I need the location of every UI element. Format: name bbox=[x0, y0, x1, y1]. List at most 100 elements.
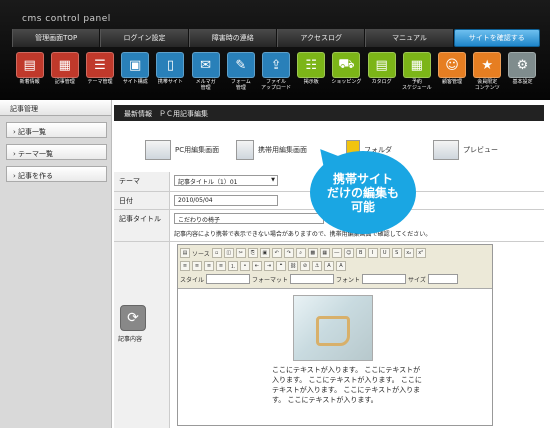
anchor-icon[interactable]: ⚓ bbox=[312, 261, 322, 271]
shopping-icon: ⛟ bbox=[332, 52, 361, 78]
module-article[interactable]: ▦ 記事管理 bbox=[47, 52, 82, 96]
module-form[interactable]: ✎ フォーム 管理 bbox=[223, 52, 258, 96]
subscript-icon[interactable]: x₂ bbox=[403, 248, 414, 258]
font-select[interactable] bbox=[362, 274, 407, 284]
sidebar-title: 記事管理 bbox=[0, 100, 111, 116]
bbs-icon: ☷ bbox=[297, 52, 326, 78]
align-center-icon[interactable]: ≡ bbox=[192, 261, 202, 271]
smiley-icon[interactable]: ☺ bbox=[343, 248, 354, 258]
content-edit-icon: ⟳ bbox=[120, 305, 146, 331]
site-structure-icon: ▣ bbox=[121, 52, 150, 78]
module-member[interactable]: ★ 会員限定 コンテンツ bbox=[470, 52, 505, 96]
ordered-list-icon[interactable]: ⒈ bbox=[228, 261, 238, 271]
undo-icon[interactable]: ↶ bbox=[271, 248, 282, 258]
copy-icon[interactable]: ⎘ bbox=[247, 248, 258, 258]
editor-text: ここにテキストが入ります。 ここにテキストが入ります。 ここにテキストが入ります… bbox=[272, 366, 422, 404]
module-settings[interactable]: ⚙ 基本設定 bbox=[505, 52, 540, 96]
find-icon[interactable]: ⌕ bbox=[295, 248, 306, 258]
underline-icon[interactable]: U bbox=[379, 248, 390, 258]
align-left-icon[interactable]: ≡ bbox=[180, 261, 190, 271]
new-page-icon[interactable]: ▫ bbox=[211, 248, 222, 258]
feature-callout: 携帯サイト だけの編集も 可能 bbox=[310, 151, 416, 234]
style-select[interactable] bbox=[206, 274, 251, 284]
preview-icon bbox=[433, 140, 459, 160]
module-news[interactable]: ▤ 新着情報 bbox=[12, 52, 47, 96]
align-right-icon[interactable]: ≡ bbox=[204, 261, 214, 271]
blockquote-icon[interactable]: ❝ bbox=[276, 261, 286, 271]
cut-icon[interactable]: ✂ bbox=[235, 248, 246, 258]
news-icon: ▤ bbox=[15, 52, 44, 78]
nav-site-check-wrap: サイトを確認する bbox=[453, 29, 540, 47]
table-icon[interactable]: ▦ bbox=[319, 248, 330, 258]
mail-icon: ✉ bbox=[191, 52, 220, 78]
nav-login-settings[interactable]: ログイン設定 bbox=[100, 29, 189, 47]
outdent-icon[interactable]: ⇤ bbox=[252, 261, 262, 271]
brand-title: cms control panel bbox=[22, 14, 111, 24]
paste-icon[interactable]: ▣ bbox=[259, 248, 270, 258]
sidebar-item-article-list[interactable]: › 記事一覧 bbox=[6, 122, 107, 138]
monitor-icon bbox=[145, 140, 171, 160]
strike-icon[interactable]: S bbox=[391, 248, 402, 258]
mobile-screen-icon bbox=[236, 140, 254, 160]
nav-access-log[interactable]: アクセスログ bbox=[276, 29, 366, 47]
unlink-icon[interactable]: ⊘ bbox=[300, 261, 310, 271]
breadcrumb: 最新情報 ＰＣ用記事編集 bbox=[114, 105, 544, 121]
module-schedule[interactable]: ▦ 予約 スケジュール bbox=[399, 52, 434, 96]
nav-manual[interactable]: マニュアル bbox=[365, 29, 454, 47]
theme-icon: ☰ bbox=[86, 52, 114, 78]
catalog-icon: ▤ bbox=[367, 52, 396, 78]
redo-icon[interactable]: ↷ bbox=[283, 248, 294, 258]
content-label: 記事内容 bbox=[118, 336, 143, 343]
date-input[interactable]: 2010/05/04 bbox=[174, 195, 278, 206]
editor-toolbar: ▤ ソース ▫ ◫ ✂ ⎘ ▣ ↶ ↷ ⌕ ▩ ▦ ― ☺ B I U S x₂ … bbox=[178, 245, 492, 289]
source-icon[interactable]: ▤ bbox=[180, 248, 190, 258]
hr-icon[interactable]: ― bbox=[331, 248, 342, 258]
preview-doc-icon[interactable]: ◫ bbox=[223, 248, 234, 258]
module-customer[interactable]: ☺ 顧客管理 bbox=[434, 52, 469, 96]
module-site-structure[interactable]: ▣ サイト構成 bbox=[118, 52, 153, 96]
content-notice: 記事内容により携帯で表示できない場合がありますので、携帯用編集画面で確認してくだ… bbox=[174, 231, 432, 238]
size-select[interactable] bbox=[427, 274, 458, 284]
mobile-icon: ▯ bbox=[156, 52, 185, 78]
editor-body[interactable]: ここにテキストが入ります。 ここにテキストが入ります。 ここにテキストが入ります… bbox=[178, 291, 492, 425]
module-mobile-site[interactable]: ▯ 携帯サイト bbox=[153, 52, 188, 96]
article-icon: ▦ bbox=[50, 52, 79, 78]
text-color-icon[interactable]: A bbox=[324, 261, 334, 271]
justify-icon[interactable]: ≡ bbox=[216, 261, 226, 271]
bold-icon[interactable]: B bbox=[355, 248, 366, 258]
tab-pc-edit[interactable]: PC用編集画面 bbox=[145, 140, 219, 160]
member-icon: ★ bbox=[473, 52, 502, 78]
module-theme[interactable]: ☰ テーマ管理 bbox=[82, 52, 117, 96]
view-site-button[interactable]: サイトを確認する bbox=[453, 29, 540, 47]
title-label: 記事タイトル bbox=[114, 210, 170, 241]
link-icon[interactable]: ⛓ bbox=[288, 261, 298, 271]
sidebar-item-create-article[interactable]: › 記事を作る bbox=[6, 166, 107, 182]
superscript-icon[interactable]: x² bbox=[415, 248, 426, 258]
sidebar-nav: › 記事一覧 › テーマ一覧 › 記事を作る bbox=[6, 122, 107, 182]
module-shopping[interactable]: ⛟ ショッピング bbox=[329, 52, 364, 96]
module-upload[interactable]: ⇪ ファイル アップロード bbox=[258, 52, 293, 96]
main-nav: 管理画面TOP ログイン設定 障害時の連絡 アクセスログ マニュアル サイトを確… bbox=[12, 29, 540, 47]
format-select[interactable] bbox=[290, 274, 335, 284]
tab-mobile-edit[interactable]: 携帯用編集画面 bbox=[236, 140, 307, 160]
indent-icon[interactable]: ⇥ bbox=[264, 261, 274, 271]
nav-failure-contact[interactable]: 障害時の連絡 bbox=[188, 29, 277, 47]
date-label: 日付 bbox=[114, 192, 170, 209]
italic-icon[interactable]: I bbox=[367, 248, 378, 258]
module-catalog[interactable]: ▤ カタログ bbox=[364, 52, 399, 96]
image-icon[interactable]: ▩ bbox=[307, 248, 318, 258]
theme-select[interactable]: 記事タイトル（1）01 bbox=[174, 175, 278, 186]
top-header: cms control panel 管理画面TOP ログイン設定 障害時の連絡 … bbox=[0, 0, 550, 100]
schedule-icon: ▦ bbox=[402, 52, 431, 78]
module-mail[interactable]: ✉ メルマガ 管理 bbox=[188, 52, 223, 96]
form-icon: ✎ bbox=[226, 52, 255, 78]
bullet-list-icon[interactable]: • bbox=[240, 261, 250, 271]
settings-icon: ⚙ bbox=[508, 52, 537, 78]
bg-color-icon[interactable]: A bbox=[336, 261, 346, 271]
title-input[interactable]: こだわりの椅子 bbox=[174, 213, 324, 224]
rich-text-editor: ▤ ソース ▫ ◫ ✂ ⎘ ▣ ↶ ↷ ⌕ ▩ ▦ ― ☺ B I U S x₂ … bbox=[177, 244, 493, 426]
sidebar-item-theme-list[interactable]: › テーマ一覧 bbox=[6, 144, 107, 160]
tab-preview[interactable]: プレビュー bbox=[433, 140, 498, 160]
nav-admin-top[interactable]: 管理画面TOP bbox=[12, 29, 101, 47]
module-bbs[interactable]: ☷ 掲示板 bbox=[294, 52, 329, 96]
